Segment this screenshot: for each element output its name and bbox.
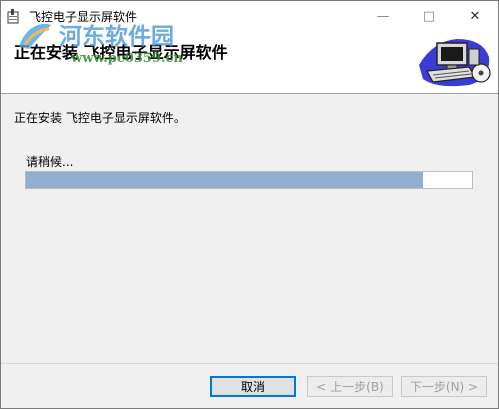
back-button[interactable]: < 上一步(B) xyxy=(307,376,393,397)
wait-label: 请稍候... xyxy=(26,155,74,169)
maximize-button[interactable]: □ xyxy=(406,1,452,31)
progress-bar xyxy=(25,171,473,189)
header-banner: 正在安装 飞控电子显示屏软件 河东软件园 www.pc0359.cn xyxy=(1,23,498,94)
minimize-icon: — xyxy=(376,8,390,24)
cancel-button[interactable]: 取消 xyxy=(210,376,296,397)
footer-separator xyxy=(1,363,498,364)
progress-fill xyxy=(26,172,423,188)
watermark-brand: 河东软件园 xyxy=(59,23,174,50)
installer-window: 飞控电子显示屏软件 — □ ✕ 正在安装 飞控电子显示屏软件 河东软件园 www… xyxy=(0,0,499,409)
close-button[interactable]: ✕ xyxy=(452,1,498,31)
watermark-logo xyxy=(19,23,51,49)
close-icon: ✕ xyxy=(469,8,481,24)
computer-install-icon xyxy=(419,39,491,87)
minimize-button[interactable]: — xyxy=(360,1,406,31)
maximize-icon: □ xyxy=(422,8,436,24)
next-button[interactable]: 下一步(N) > xyxy=(401,376,487,397)
watermark-url: www.pc0359.cn xyxy=(71,51,183,66)
install-status: 正在安装 飞控电子显示屏软件。 xyxy=(14,111,186,125)
